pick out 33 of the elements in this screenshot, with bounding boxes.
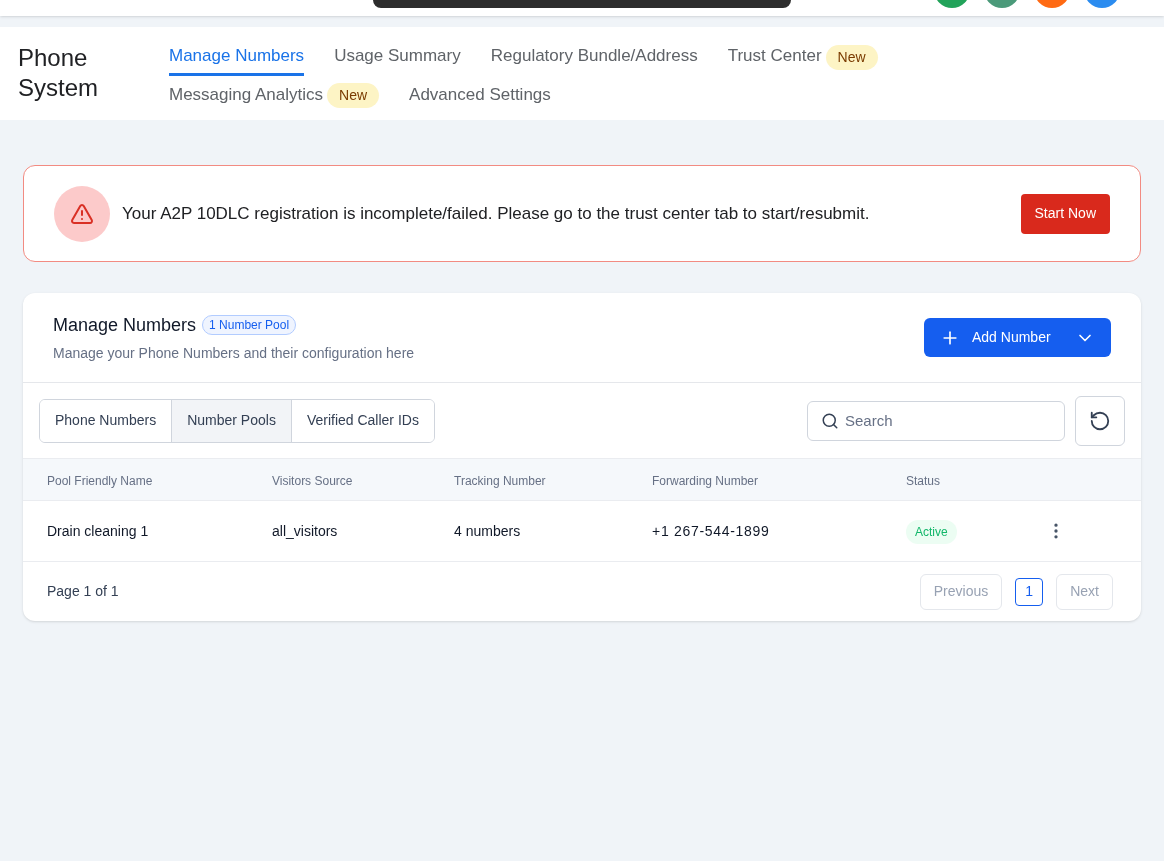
- table-cell: all_visitors: [272, 523, 338, 539]
- nav-tab[interactable]: Regulatory Bundle/Address: [490, 43, 698, 76]
- segment-tab[interactable]: Verified Caller IDs: [290, 399, 434, 442]
- nav-tab[interactable]: Trust Center: [727, 43, 822, 76]
- nav-tab[interactable]: Usage Summary: [334, 43, 461, 76]
- table-cell: Drain cleaning 1: [47, 523, 149, 539]
- nav-tab[interactable]: Advanced Settings: [409, 81, 551, 114]
- card-subtitle: Manage your Phone Numbers and their configuration here: [53, 343, 416, 363]
- alert-message: Your A2P 10DLC registration is incomplete/failed. Please go to the trust center tab to start/resubmit.: [122, 202, 871, 225]
- segment-tab[interactable]: Number Pools: [171, 399, 291, 442]
- add-number-button[interactable]: Add Number: [924, 318, 1111, 357]
- search-icon: [821, 411, 839, 430]
- column-header: Status: [906, 473, 941, 488]
- start-now-button[interactable]: Start Now: [1020, 193, 1110, 234]
- page-summary: Page 1 of 1: [47, 582, 120, 601]
- column-header: Forwarding Number: [652, 473, 759, 488]
- pool-count-badge: 1 Number Pool: [202, 315, 297, 335]
- card-title: Manage Numbers: [53, 313, 197, 337]
- page-title: Phone System: [18, 43, 99, 103]
- new-badge: New: [825, 44, 878, 70]
- refresh-icon: [1089, 409, 1111, 432]
- column-header: Pool Friendly Name: [47, 473, 153, 488]
- column-header: Tracking Number: [454, 473, 546, 488]
- table-cell: 4 numbers: [454, 523, 521, 539]
- column-header: Visitors Source: [272, 473, 353, 488]
- new-badge: New: [327, 83, 380, 109]
- status-badge: Active: [906, 520, 957, 544]
- nav-tab[interactable]: Manage Numbers: [169, 43, 305, 76]
- table-cell: +1 267-544-1899: [652, 523, 770, 539]
- page-number[interactable]: 1: [1015, 577, 1044, 606]
- search-field[interactable]: Search: [807, 400, 1065, 441]
- refresh-button[interactable]: [1075, 395, 1125, 446]
- nav-tab[interactable]: Messaging Analytics: [169, 81, 324, 114]
